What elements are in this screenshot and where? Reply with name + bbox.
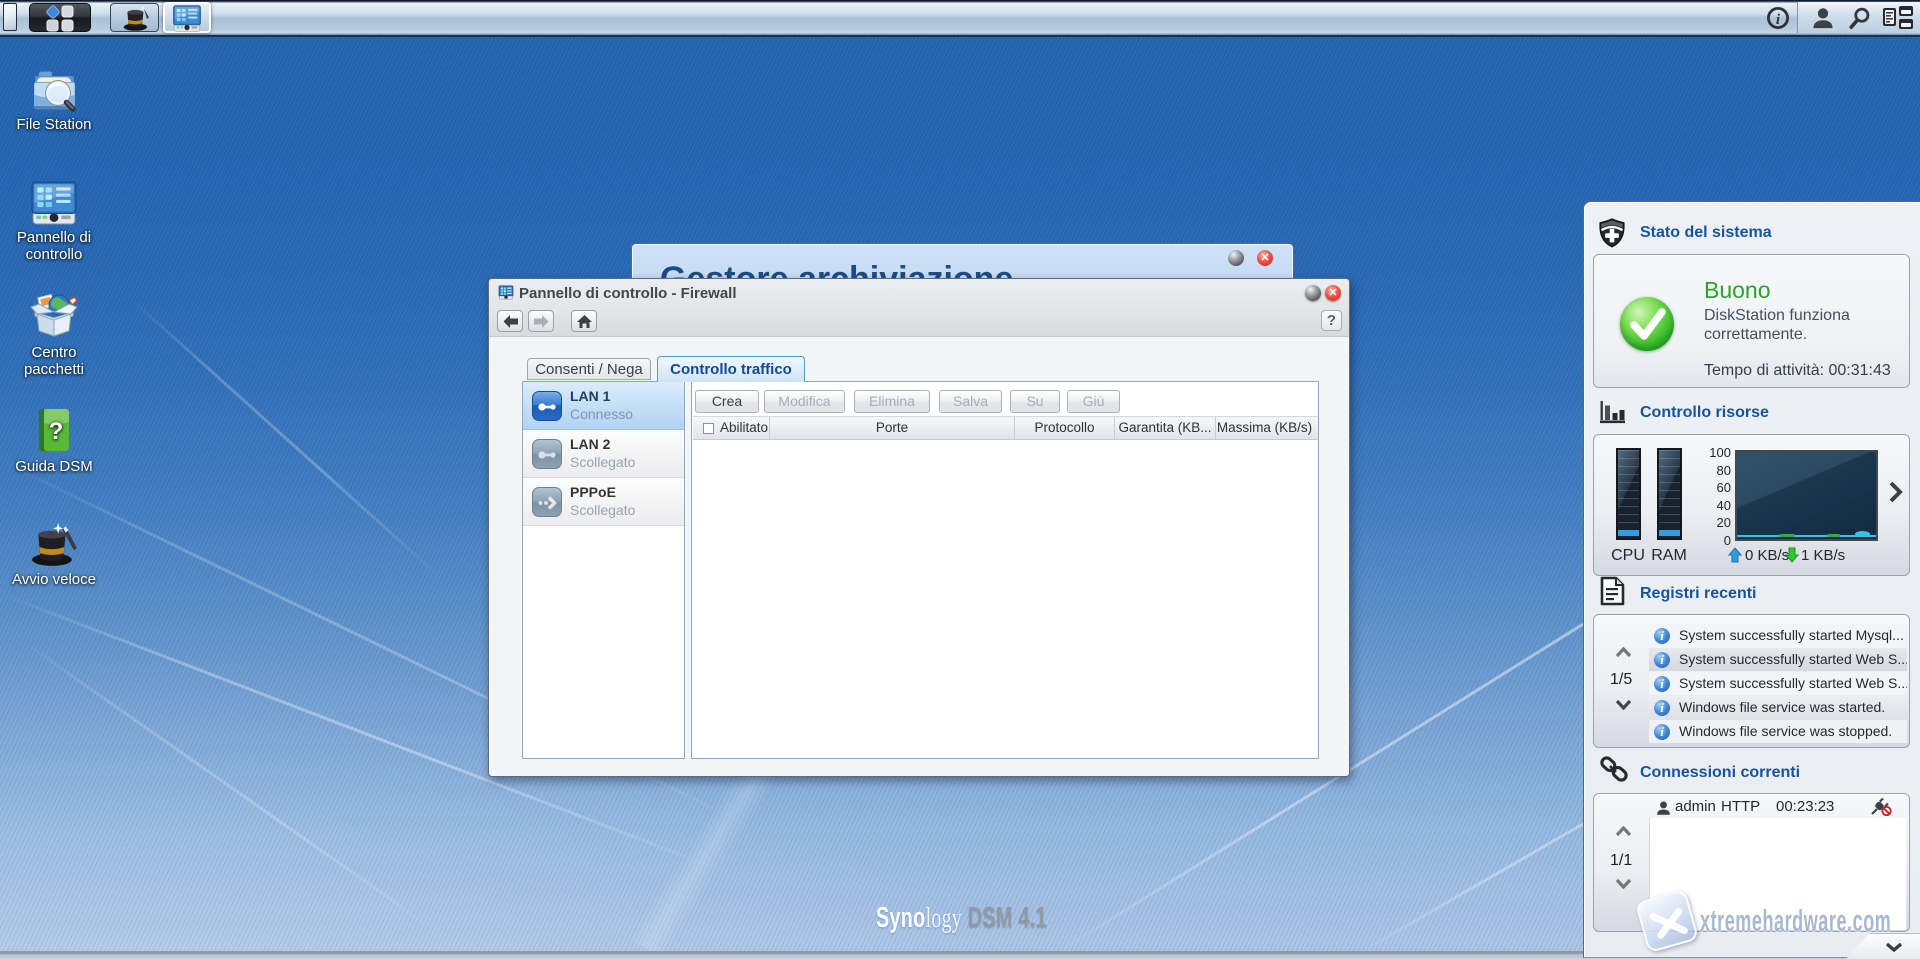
svg-text:?: ?	[49, 418, 64, 445]
svg-text:i: i	[1776, 12, 1781, 28]
